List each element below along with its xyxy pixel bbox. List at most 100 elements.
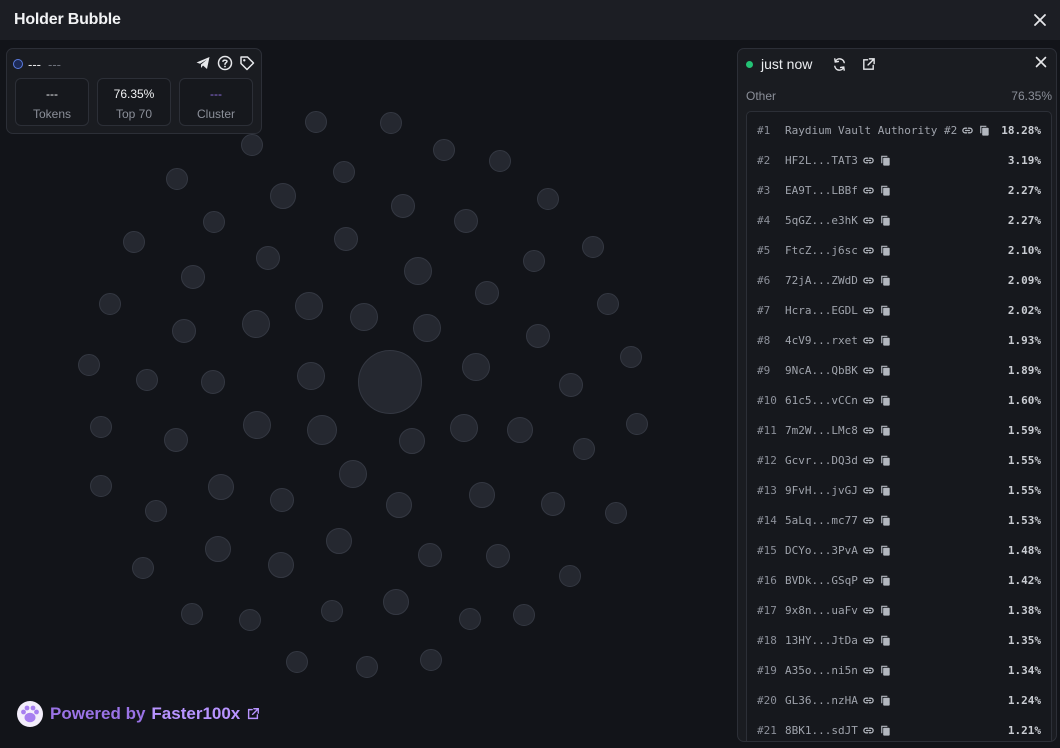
holder-bubble[interactable]	[164, 428, 188, 452]
holder-list[interactable]: #1 Raydium Vault Authority #2 18.28% #2 HF2L…	[746, 111, 1052, 741]
holder-bubble[interactable]	[597, 293, 619, 315]
holder-row[interactable]: #15 DCYo...3PvA 1.48%	[747, 535, 1051, 565]
holder-bubble[interactable]	[559, 373, 583, 397]
copy-icon[interactable]	[879, 274, 892, 287]
holder-bubble[interactable]	[350, 303, 378, 331]
holder-bubble[interactable]	[404, 257, 432, 285]
holder-bubble[interactable]	[620, 346, 642, 368]
holder-bubble[interactable]	[181, 603, 203, 625]
holder-bubble[interactable]	[513, 604, 535, 626]
close-icon[interactable]	[1034, 55, 1048, 69]
copy-icon[interactable]	[879, 724, 892, 737]
holder-bubble[interactable]	[475, 281, 499, 305]
holder-bubble[interactable]	[605, 502, 627, 524]
holder-bubble[interactable]	[391, 194, 415, 218]
copy-icon[interactable]	[879, 484, 892, 497]
holder-row[interactable]: #2 HF2L...TAT3 3.19%	[747, 145, 1051, 175]
tag-icon[interactable]	[239, 55, 255, 71]
holder-bubble[interactable]	[203, 211, 225, 233]
holder-bubble[interactable]	[418, 543, 442, 567]
copy-icon[interactable]	[879, 334, 892, 347]
holder-row[interactable]: #4 5qGZ...e3hK 2.27%	[747, 205, 1051, 235]
holder-bubble[interactable]	[181, 265, 205, 289]
link-icon[interactable]	[862, 544, 875, 557]
holder-bubble[interactable]	[433, 139, 455, 161]
holder-row[interactable]: #12 Gcvr...DQ3d 1.55%	[747, 445, 1051, 475]
holder-bubble[interactable]	[334, 227, 358, 251]
copy-icon[interactable]	[978, 124, 991, 137]
holder-bubble[interactable]	[90, 475, 112, 497]
link-icon[interactable]	[862, 364, 875, 377]
link-icon[interactable]	[862, 184, 875, 197]
holder-bubble[interactable]	[201, 370, 225, 394]
copy-icon[interactable]	[879, 184, 892, 197]
holder-row[interactable]: #6 72jA...ZWdD 2.09%	[747, 265, 1051, 295]
link-icon[interactable]	[862, 664, 875, 677]
holder-bubble[interactable]	[99, 293, 121, 315]
holder-bubble[interactable]	[305, 111, 327, 133]
link-icon[interactable]	[862, 604, 875, 617]
holder-bubble[interactable]	[469, 482, 495, 508]
link-icon[interactable]	[862, 424, 875, 437]
holder-row[interactable]: #13 9FvH...jvGJ 1.55%	[747, 475, 1051, 505]
link-icon[interactable]	[862, 244, 875, 257]
holder-bubble[interactable]	[243, 411, 271, 439]
holder-bubble[interactable]	[241, 134, 263, 156]
copy-icon[interactable]	[879, 544, 892, 557]
holder-bubble[interactable]	[145, 500, 167, 522]
holder-bubble[interactable]	[78, 354, 100, 376]
holder-bubble[interactable]	[356, 656, 378, 678]
copy-icon[interactable]	[879, 214, 892, 227]
holder-bubble[interactable]	[399, 428, 425, 454]
holder-row[interactable]: #8 4cV9...rxet 1.93%	[747, 325, 1051, 355]
holder-bubble[interactable]	[307, 415, 337, 445]
link-icon[interactable]	[862, 694, 875, 707]
holder-bubble[interactable]	[413, 314, 441, 342]
link-icon[interactable]	[862, 454, 875, 467]
holder-bubble[interactable]	[582, 236, 604, 258]
telegram-icon[interactable]	[195, 55, 211, 71]
link-icon[interactable]	[862, 304, 875, 317]
copy-icon[interactable]	[879, 574, 892, 587]
holder-bubble[interactable]	[573, 438, 595, 460]
holder-bubble[interactable]	[166, 168, 188, 190]
holder-bubble[interactable]	[459, 608, 481, 630]
holder-bubble[interactable]	[383, 589, 409, 615]
holder-bubble[interactable]	[270, 183, 296, 209]
holder-row[interactable]: #19 A35o...ni5n 1.34%	[747, 655, 1051, 685]
holder-row[interactable]: #1 Raydium Vault Authority #2 18.28%	[747, 115, 1051, 145]
holder-row[interactable]: #16 BVDk...GSqP 1.42%	[747, 565, 1051, 595]
copy-icon[interactable]	[879, 424, 892, 437]
link-icon[interactable]	[961, 124, 974, 137]
holder-bubble[interactable]	[205, 536, 231, 562]
holder-bubble[interactable]	[489, 150, 511, 172]
link-icon[interactable]	[862, 154, 875, 167]
holder-bubble[interactable]	[526, 324, 550, 348]
holder-bubble[interactable]	[626, 413, 648, 435]
holder-row[interactable]: #20 GL36...nzHA 1.24%	[747, 685, 1051, 715]
holder-row[interactable]: #9 9NcA...QbBK 1.89%	[747, 355, 1051, 385]
holder-bubble[interactable]	[450, 414, 478, 442]
copy-icon[interactable]	[879, 694, 892, 707]
holder-bubble[interactable]	[208, 474, 234, 500]
holder-row[interactable]: #18 13HY...JtDa 1.35%	[747, 625, 1051, 655]
powered-by-link[interactable]: Powered by Faster100x	[16, 700, 260, 728]
holder-bubble[interactable]	[537, 188, 559, 210]
holder-bubble[interactable]	[523, 250, 545, 272]
external-link-icon[interactable]	[861, 57, 876, 72]
holder-bubble[interactable]	[380, 112, 402, 134]
holder-bubble[interactable]	[333, 161, 355, 183]
copy-icon[interactable]	[879, 634, 892, 647]
link-icon[interactable]	[862, 514, 875, 527]
holder-row[interactable]: #10 61c5...vCCn 1.60%	[747, 385, 1051, 415]
copy-icon[interactable]	[879, 364, 892, 377]
link-icon[interactable]	[862, 274, 875, 287]
copy-icon[interactable]	[879, 454, 892, 467]
holder-bubble[interactable]	[268, 552, 294, 578]
holder-bubble[interactable]	[123, 231, 145, 253]
copy-icon[interactable]	[879, 664, 892, 677]
holder-bubble[interactable]	[172, 319, 196, 343]
holder-bubble[interactable]	[242, 310, 270, 338]
holder-bubble[interactable]	[420, 649, 442, 671]
holder-bubble[interactable]	[326, 528, 352, 554]
